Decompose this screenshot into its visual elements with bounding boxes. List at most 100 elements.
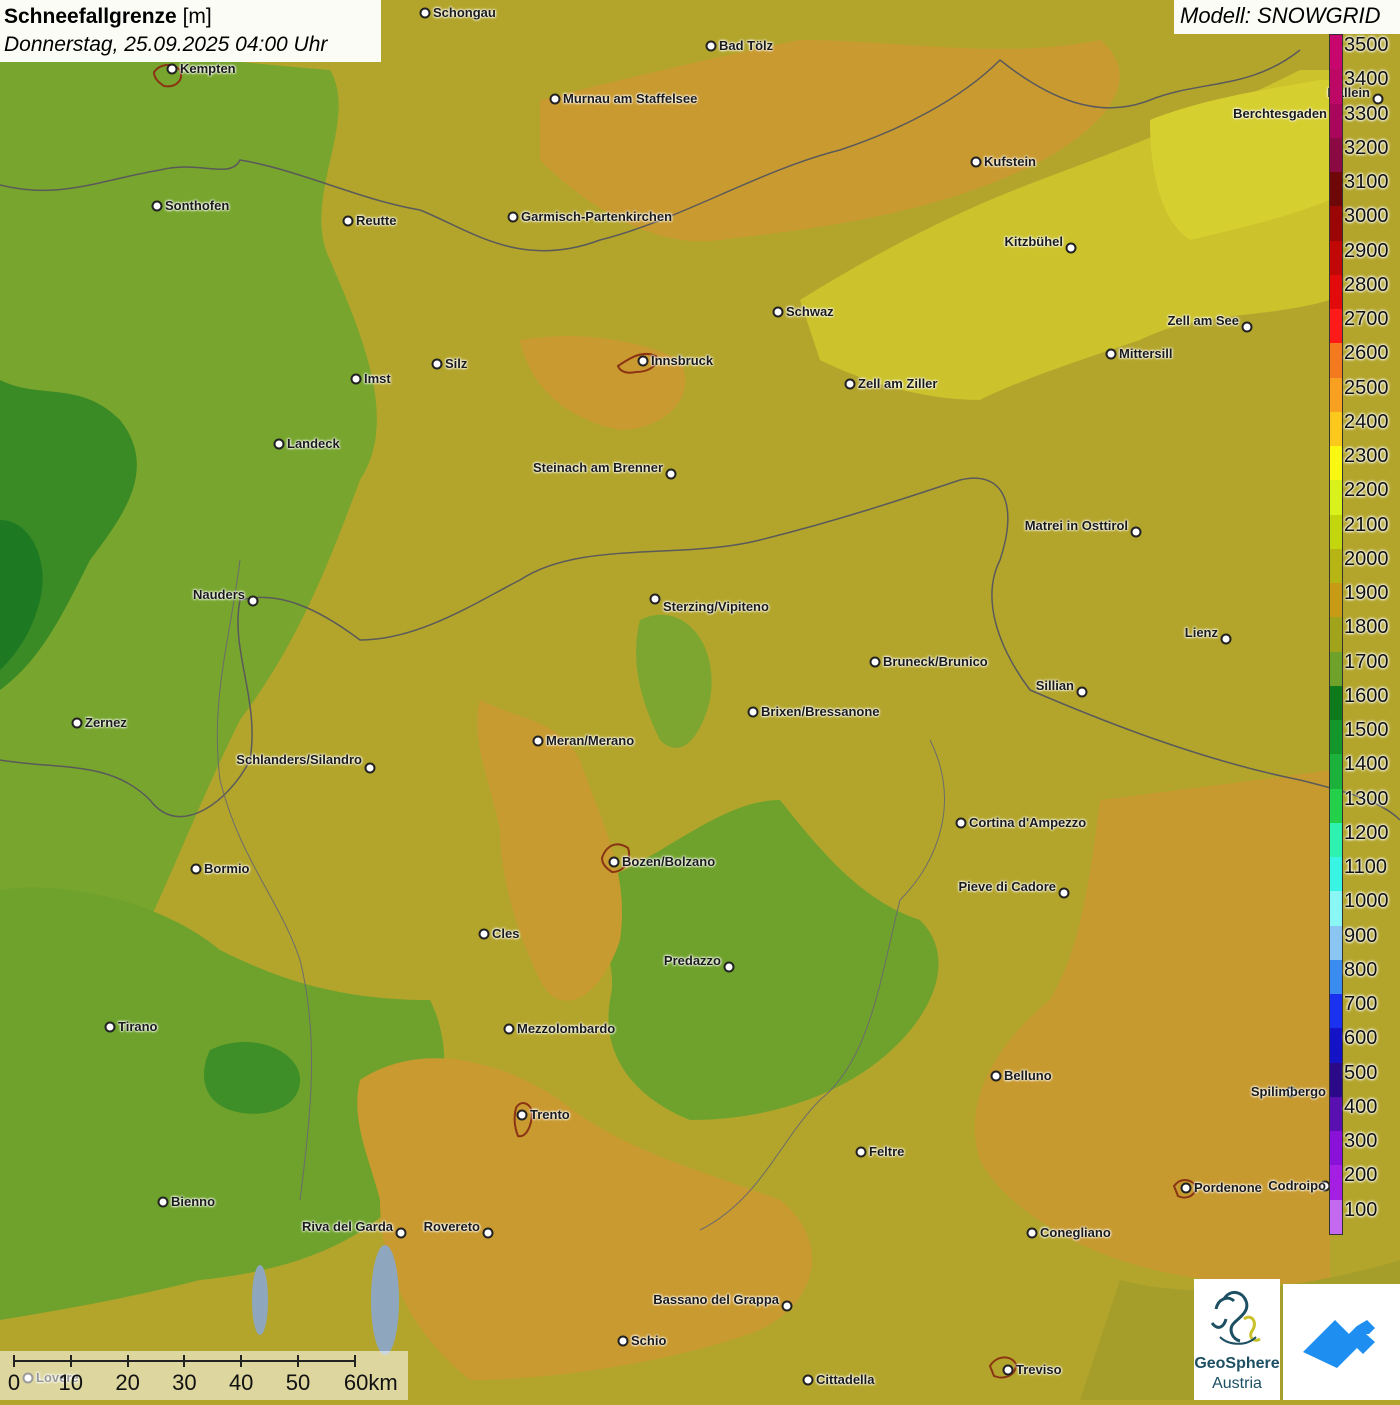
city-label: Treviso	[1016, 1362, 1062, 1377]
city-marker[interactable]	[478, 928, 490, 940]
city-marker[interactable]	[1130, 526, 1142, 538]
city-marker[interactable]	[617, 1335, 629, 1347]
city-marker[interactable]	[990, 1070, 1002, 1082]
city-marker[interactable]	[970, 156, 982, 168]
city-label: Codroipo	[1268, 1178, 1326, 1193]
city-marker[interactable]	[1002, 1364, 1014, 1376]
city-marker[interactable]	[1180, 1182, 1192, 1194]
legend-label: 2700	[1344, 308, 1389, 331]
city-label: Mittersill	[1119, 346, 1173, 361]
color-legend: 3500 3400 3300 3200 3100 3000 2900 2800 2700 2600…	[1325, 34, 1400, 1235]
app-logo[interactable]	[1283, 1284, 1400, 1400]
city-label: Zernez	[85, 715, 127, 730]
city-marker[interactable]	[71, 717, 83, 729]
city-marker[interactable]	[649, 593, 661, 605]
city-marker[interactable]	[104, 1021, 116, 1033]
legend-label: 100	[1344, 1198, 1378, 1221]
city-marker[interactable]	[802, 1374, 814, 1386]
city-label: Berchtesgaden	[1233, 106, 1327, 121]
legend-swatch	[1330, 240, 1342, 275]
city-marker[interactable]	[532, 735, 544, 747]
city-marker[interactable]	[350, 373, 362, 385]
scale-bar-tick	[126, 1355, 129, 1367]
city-marker[interactable]	[855, 1146, 867, 1158]
scale-bar-tick	[183, 1355, 186, 1367]
legend-swatch	[1330, 274, 1342, 309]
city-marker[interactable]	[507, 211, 519, 223]
city-marker[interactable]	[1076, 686, 1088, 698]
city-marker[interactable]	[955, 817, 967, 829]
city-label: Steinach am Brenner	[532, 460, 663, 475]
city-marker[interactable]	[273, 438, 285, 450]
map-title-box: Schneefallgrenze [m] Donnerstag, 25.09.2…	[0, 0, 381, 62]
city-marker[interactable]	[608, 856, 620, 868]
city-marker[interactable]	[869, 656, 881, 668]
legend-label: 3200	[1344, 136, 1389, 159]
city-label: Matrei in Osttirol	[1024, 518, 1128, 533]
city-marker[interactable]	[1220, 633, 1232, 645]
legend-swatch	[1330, 377, 1342, 412]
city-marker[interactable]	[665, 468, 677, 480]
city-label: Kufstein	[984, 154, 1036, 169]
geosphere-logo-line1: GeoSphere	[1194, 1355, 1280, 1372]
legend-label: 2600	[1344, 342, 1389, 365]
city-label: Pordenone	[1194, 1180, 1262, 1195]
city-marker[interactable]	[723, 961, 735, 973]
city-marker[interactable]	[1026, 1227, 1038, 1239]
scale-bar-label: 10	[58, 1370, 84, 1395]
city-marker[interactable]	[342, 215, 354, 227]
legend-label: 2800	[1344, 273, 1389, 296]
city-label: Cittadella	[816, 1372, 875, 1387]
city-marker[interactable]	[516, 1109, 528, 1121]
city-marker[interactable]	[190, 863, 202, 875]
legend-label: 3400	[1344, 68, 1389, 91]
city-marker[interactable]	[772, 306, 784, 318]
city-marker[interactable]	[247, 595, 259, 607]
scale-bar-label: 0	[7, 1370, 21, 1395]
legend-label: 3000	[1344, 205, 1389, 228]
model-label: Modell: SNOWGRID	[1174, 0, 1400, 34]
legend-swatch	[1330, 788, 1342, 823]
geosphere-logo[interactable]: GeoSphere Austria	[1194, 1279, 1280, 1400]
city-marker[interactable]	[503, 1023, 515, 1035]
legend-label: 3300	[1344, 102, 1389, 125]
legend-swatch	[1330, 514, 1342, 549]
legend-label: 900	[1344, 924, 1378, 947]
legend-label: 1800	[1344, 616, 1389, 639]
city-label: Imst	[364, 371, 391, 386]
city-marker[interactable]	[151, 200, 163, 212]
legend-swatch	[1330, 69, 1342, 104]
scale-bar-tick	[297, 1355, 299, 1367]
legend-swatch	[1330, 103, 1342, 138]
city-marker[interactable]	[431, 358, 443, 370]
legend-label: 2200	[1344, 479, 1389, 502]
scale-bar: 0 10 20 30 40 50 60km	[0, 1351, 408, 1400]
city-marker[interactable]	[166, 63, 178, 75]
city-marker[interactable]	[395, 1227, 407, 1239]
city-marker[interactable]	[1241, 321, 1253, 333]
city-marker[interactable]	[364, 762, 376, 774]
city-marker[interactable]	[637, 355, 649, 367]
city-marker[interactable]	[844, 378, 856, 390]
city-label: Schlanders/Silandro	[236, 752, 362, 767]
city-marker[interactable]	[747, 706, 759, 718]
mountain-arrow-icon	[1303, 1320, 1375, 1368]
city-marker[interactable]	[1065, 242, 1077, 254]
legend-swatch	[1330, 35, 1342, 70]
city-label: Tirano	[118, 1019, 158, 1034]
city-marker[interactable]	[781, 1300, 793, 1312]
city-label: Conegliano	[1040, 1225, 1111, 1240]
city-label: Bormio	[204, 861, 250, 876]
city-label: Sonthofen	[165, 198, 230, 213]
city-marker[interactable]	[1105, 348, 1117, 360]
city-marker[interactable]	[1058, 887, 1070, 899]
city-marker[interactable]	[549, 93, 561, 105]
city-marker[interactable]	[705, 40, 717, 52]
city-label: Silz	[445, 356, 468, 371]
legend-label: 800	[1344, 958, 1378, 981]
city-marker[interactable]	[419, 7, 431, 19]
legend-label: 1200	[1344, 821, 1389, 844]
city-label: Nauders	[192, 587, 245, 602]
city-marker[interactable]	[157, 1196, 169, 1208]
city-marker[interactable]	[482, 1227, 494, 1239]
